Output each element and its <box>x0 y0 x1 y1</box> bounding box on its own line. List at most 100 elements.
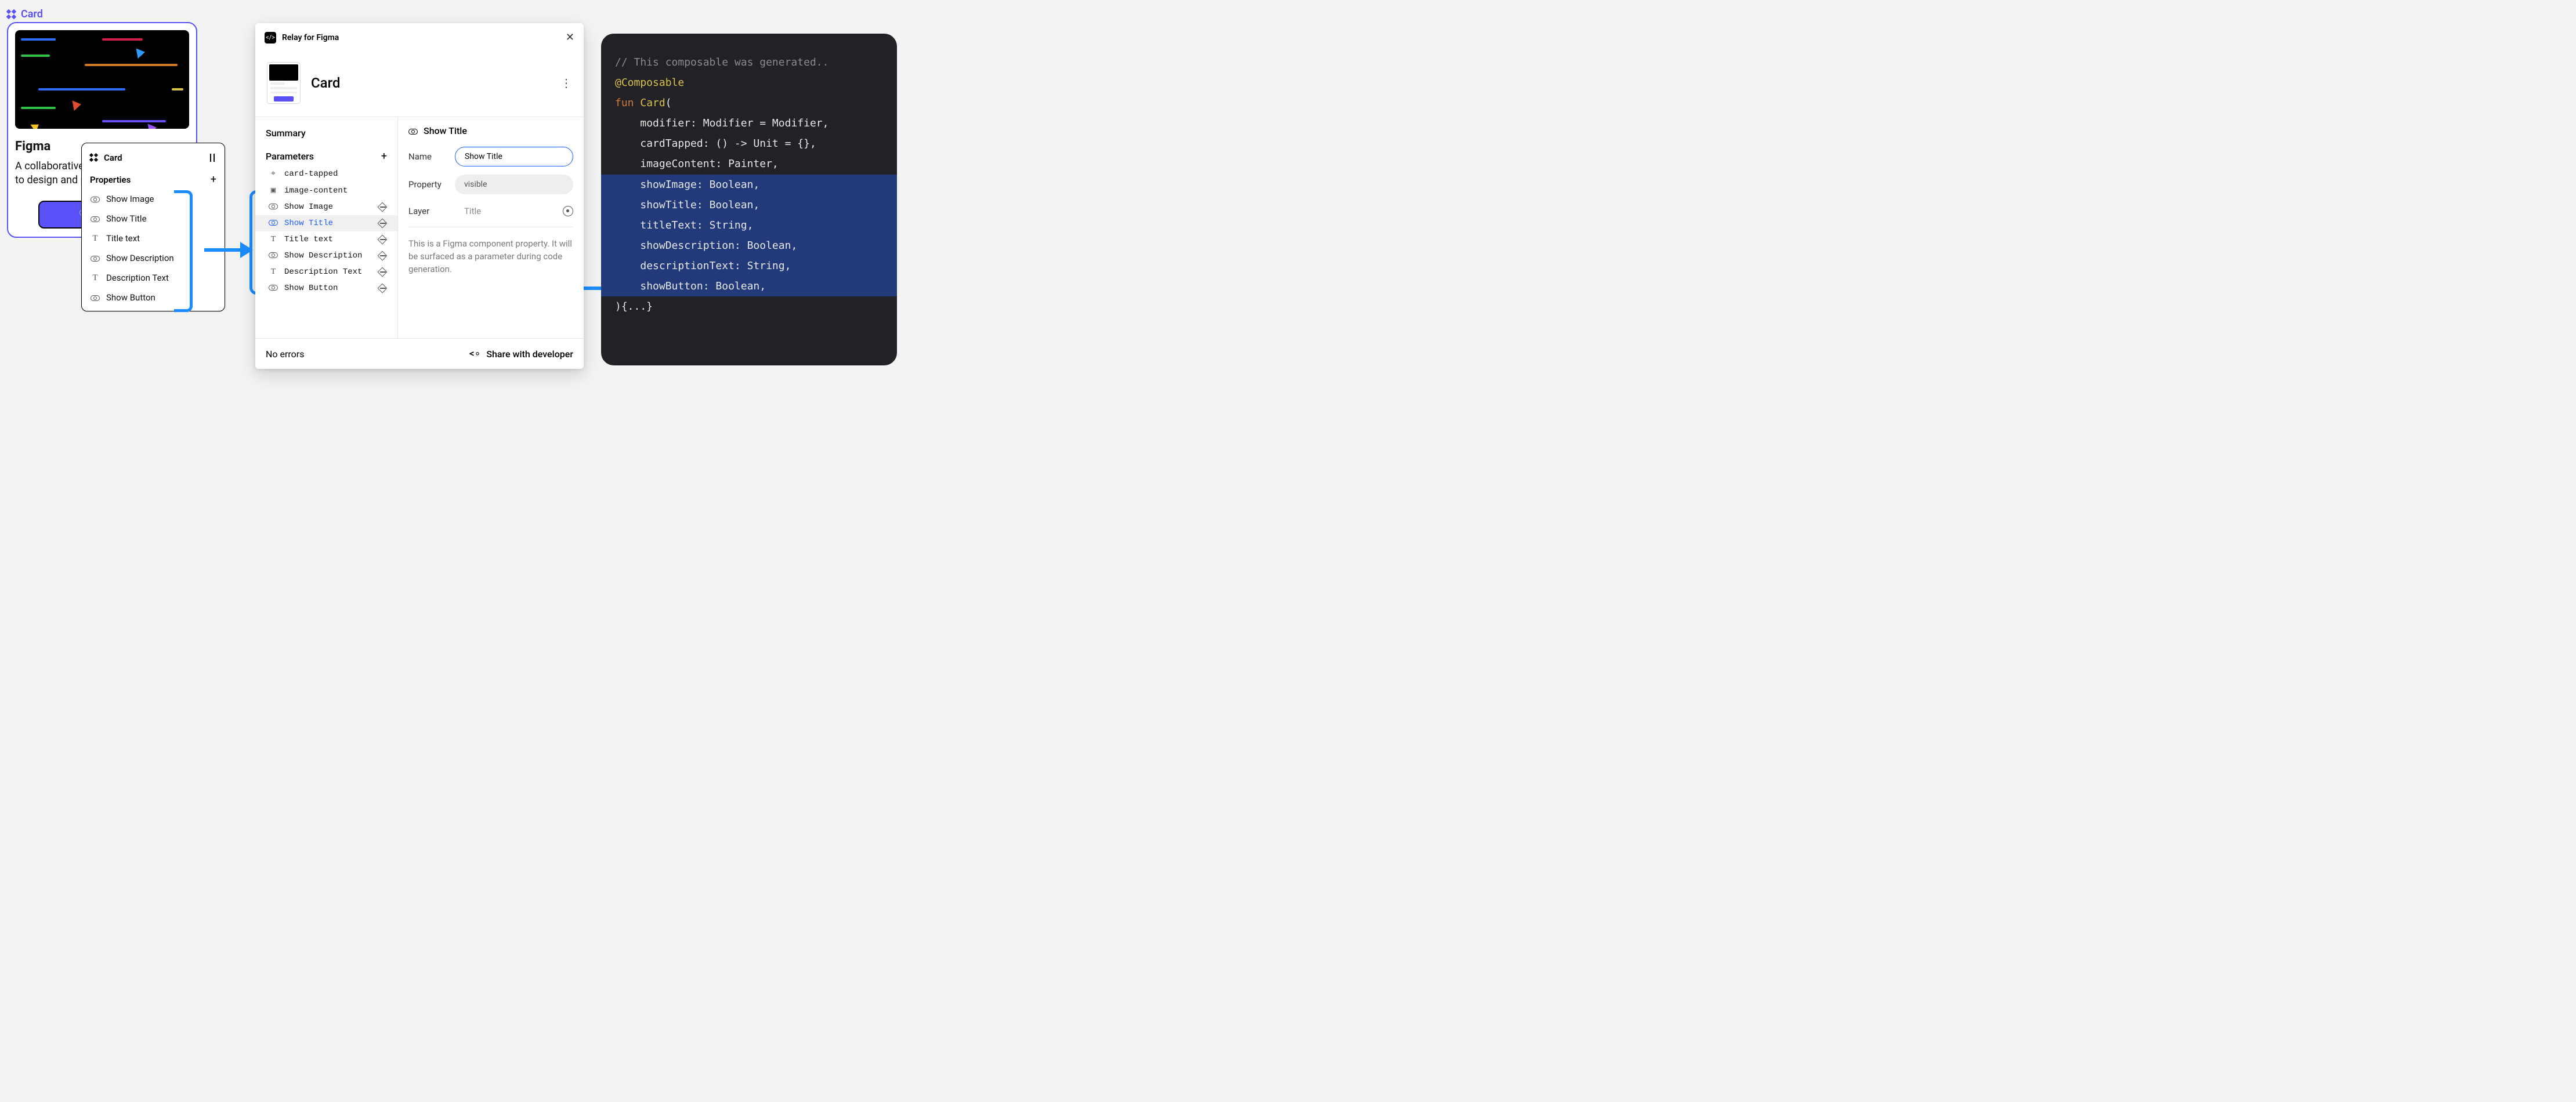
code-line: modifier: Modifier = Modifier, <box>640 117 828 129</box>
share-with-developer-button[interactable]: <∘ Share with developer <box>469 348 573 360</box>
eye-icon <box>91 197 100 202</box>
add-parameter-button[interactable]: + <box>381 150 387 162</box>
parameter-label: Show Description <box>284 251 362 260</box>
property-row[interactable]: T Title text <box>82 229 225 248</box>
parameter-label: Show Title <box>284 219 333 228</box>
eye-icon <box>408 129 418 135</box>
code-tail: ){...} <box>615 300 653 313</box>
errors-status: No errors <box>266 349 304 360</box>
share-label: Share with developer <box>486 349 573 360</box>
relay-card-name: Card <box>311 75 550 91</box>
component-icon <box>90 154 98 162</box>
component-badge-label: Card <box>21 8 43 20</box>
code-annotation: @Composable <box>615 77 684 89</box>
code-comment: // This composable was generated.. <box>615 56 828 68</box>
annotation-bracket <box>174 190 193 312</box>
settings-sliders-icon[interactable] <box>208 154 216 162</box>
parameter-label: card-tapped <box>284 169 338 179</box>
relay-logo-icon: </> <box>265 32 276 44</box>
add-property-button[interactable]: + <box>211 173 216 186</box>
text-icon: T <box>90 234 100 244</box>
property-row[interactable]: Show Button <box>82 288 225 307</box>
close-button[interactable]: ✕ <box>566 31 574 44</box>
properties-panel-title: Card <box>104 153 122 163</box>
parameter-row[interactable]: ⌖card-tapped <box>255 166 397 182</box>
code-keyword: fun <box>615 97 634 109</box>
name-input-value: Show Title <box>465 152 502 161</box>
annotation-arrow <box>204 248 252 252</box>
export-icon <box>378 202 387 212</box>
relay-dialog: </> Relay for Figma ✕ Card ⋮ Summary Par… <box>255 23 584 369</box>
code-line: titleText: String, <box>640 219 753 231</box>
property-label: Title text <box>106 233 140 244</box>
image-icon: ▣ <box>268 186 278 195</box>
parameter-label: Description Text <box>284 267 362 277</box>
eye-icon <box>269 204 278 209</box>
card-hero-image <box>15 30 189 129</box>
code-line: showImage: Boolean, <box>640 179 759 191</box>
component-badge: Card <box>7 8 43 20</box>
property-label: Show Button <box>106 292 155 303</box>
component-icon <box>7 10 16 19</box>
parameter-note: This is a Figma component property. It w… <box>408 238 573 276</box>
parameter-row[interactable]: ▣ image-content <box>255 182 397 199</box>
eye-icon <box>91 295 100 301</box>
cursor-icon <box>136 47 146 59</box>
card-thumbnail <box>267 62 301 104</box>
name-input[interactable]: Show Title <box>455 147 573 166</box>
export-icon <box>378 251 387 260</box>
more-menu-button[interactable]: ⋮ <box>560 76 572 90</box>
relay-sidebar: Summary Parameters + ⌖card-tapped ▣ image-… <box>255 117 398 338</box>
code-line: imageContent: Painter, <box>640 158 778 170</box>
parameter-label: Show Image <box>284 202 333 212</box>
properties-panel: Card Properties + Show ImageShow TitleTT… <box>81 143 225 311</box>
parameter-row[interactable]: T Description Text <box>255 264 397 280</box>
parameter-row[interactable]: Show Title <box>255 215 397 231</box>
export-icon <box>378 219 387 228</box>
code-line: showTitle: Boolean, <box>640 199 759 211</box>
code-line: showButton: Boolean, <box>640 280 766 292</box>
property-row[interactable]: T Description Text <box>82 268 225 288</box>
text-icon: T <box>268 267 278 277</box>
cursor-icon <box>30 121 41 129</box>
target-layer-icon[interactable] <box>563 206 573 216</box>
eye-icon <box>269 252 278 258</box>
eye-icon <box>269 220 278 226</box>
text-icon: T <box>90 273 100 283</box>
parameter-label: image-content <box>284 186 348 195</box>
generated-code-panel: // This composable was generated.. @Comp… <box>601 34 897 365</box>
detail-heading: Show Title <box>424 125 467 136</box>
parameters-heading: Parameters <box>266 151 314 162</box>
code-line: cardTapped: () -> Unit = {}, <box>640 137 816 150</box>
summary-heading[interactable]: Summary <box>255 125 397 144</box>
name-field-label: Name <box>408 151 449 162</box>
property-label: Show Image <box>106 194 154 204</box>
layer-value: Title <box>455 206 557 216</box>
property-field-label: Property <box>408 179 449 190</box>
share-icon: <∘ <box>469 348 480 360</box>
export-icon <box>378 284 387 293</box>
property-select-value: visible <box>464 180 487 189</box>
parameter-label: Show Button <box>284 284 338 293</box>
code-fn-name: Card <box>640 97 665 109</box>
export-icon <box>378 267 387 277</box>
text-icon: T <box>268 235 278 244</box>
parameter-row[interactable]: T Title text <box>255 231 397 248</box>
code-highlight-block: showImage: Boolean, showTitle: Boolean, … <box>601 175 897 297</box>
cursor-icon <box>148 122 158 129</box>
parameter-row[interactable]: Show Button <box>255 280 397 296</box>
property-select[interactable]: visible <box>455 175 573 194</box>
property-label: Show Title <box>106 213 147 224</box>
property-row[interactable]: Show Image <box>82 189 225 209</box>
property-row[interactable]: Show Description <box>82 248 225 268</box>
parameter-label: Title text <box>284 235 333 244</box>
cursor-icon <box>73 99 82 111</box>
parameter-row[interactable]: Show Image <box>255 199 397 215</box>
eye-icon <box>91 256 100 262</box>
relay-dialog-title: Relay for Figma <box>282 33 560 42</box>
property-row[interactable]: Show Title <box>82 209 225 229</box>
parameter-row[interactable]: Show Description <box>255 248 397 264</box>
code-line: showDescription: Boolean, <box>640 240 797 252</box>
property-label: Description Text <box>106 273 169 283</box>
relay-detail-pane: Show Title Name Show Title Property visi… <box>398 117 584 338</box>
